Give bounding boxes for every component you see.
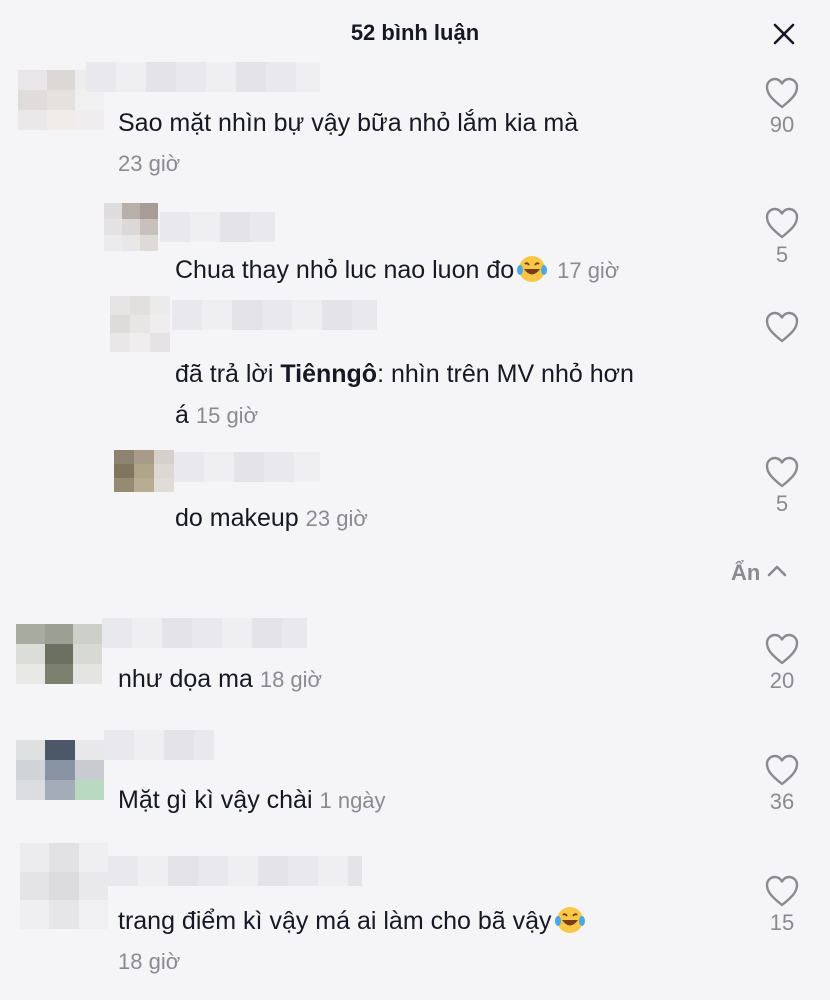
heart-outline-icon (765, 77, 799, 109)
comments-count-title: 52 bình luận (350, 20, 480, 45)
like-button[interactable]: 5 (762, 206, 802, 268)
heart-outline-icon (765, 207, 799, 239)
comment-text: Sao mặt nhìn bự vậy bữa nhỏ lắm kia mà (118, 109, 579, 137)
like-count: 5 (775, 491, 789, 516)
heart-outline-icon (765, 633, 799, 665)
username-blurred[interactable] (108, 856, 362, 886)
like-count: 20 (769, 668, 795, 693)
username-blurred[interactable] (160, 212, 275, 242)
hide-replies-button[interactable]: Ẩn (731, 560, 788, 586)
close-icon[interactable] (770, 20, 798, 48)
username-blurred[interactable] (102, 618, 307, 648)
chevron-up-icon (768, 565, 787, 577)
avatar[interactable] (16, 624, 102, 684)
avatar[interactable] (114, 450, 174, 492)
like-button[interactable]: 36 (762, 753, 802, 815)
avatar[interactable] (104, 203, 158, 251)
like-button[interactable]: 5 (762, 455, 802, 517)
comment-text: Mặt gì kì vậy chài 1 ngày (118, 786, 386, 814)
like-button[interactable]: 20 (762, 632, 802, 694)
avatar[interactable] (20, 843, 108, 929)
like-count: 36 (769, 789, 795, 814)
comments-header: 52 bình luận (0, 0, 830, 66)
username-blurred[interactable] (86, 62, 320, 92)
like-button[interactable]: 90 (762, 76, 802, 138)
like-count: 15 (769, 910, 795, 935)
reply-text-continued: á 15 giờ (175, 401, 258, 429)
username-blurred[interactable] (104, 730, 214, 760)
comment-text: như dọa ma 18 giờ (118, 665, 322, 693)
reply-text: đã trả lời Tiênngô: nhìn trên MV nhỏ hơn (175, 360, 634, 388)
like-count: 5 (775, 242, 789, 267)
avatar[interactable] (110, 296, 170, 352)
like-count: 90 (769, 112, 795, 137)
username-blurred[interactable] (172, 300, 377, 330)
mention-link[interactable]: Tiênngô (280, 360, 377, 388)
heart-outline-icon (765, 754, 799, 786)
avatar[interactable] (16, 740, 104, 800)
like-button[interactable] (762, 310, 802, 344)
heart-outline-icon (765, 456, 799, 488)
heart-outline-icon (765, 311, 799, 343)
comment-time: 18 giờ (118, 949, 181, 974)
comment-time: 23 giờ (118, 151, 181, 176)
laughing-tears-emoji-icon (517, 256, 548, 282)
reply-text: Chua thay nhỏ luc nao luon đo 17 giờ (175, 256, 620, 284)
reply-text: do makeup 23 giờ (175, 504, 368, 532)
like-button[interactable]: 15 (762, 874, 802, 936)
username-blurred[interactable] (174, 452, 320, 482)
heart-outline-icon (765, 875, 799, 907)
hide-replies-label: Ẩn (731, 560, 761, 585)
comment-text: trang điểm kì vậy má ai làm cho bã vậy (118, 904, 588, 938)
laughing-tears-emoji-icon (554, 907, 585, 933)
